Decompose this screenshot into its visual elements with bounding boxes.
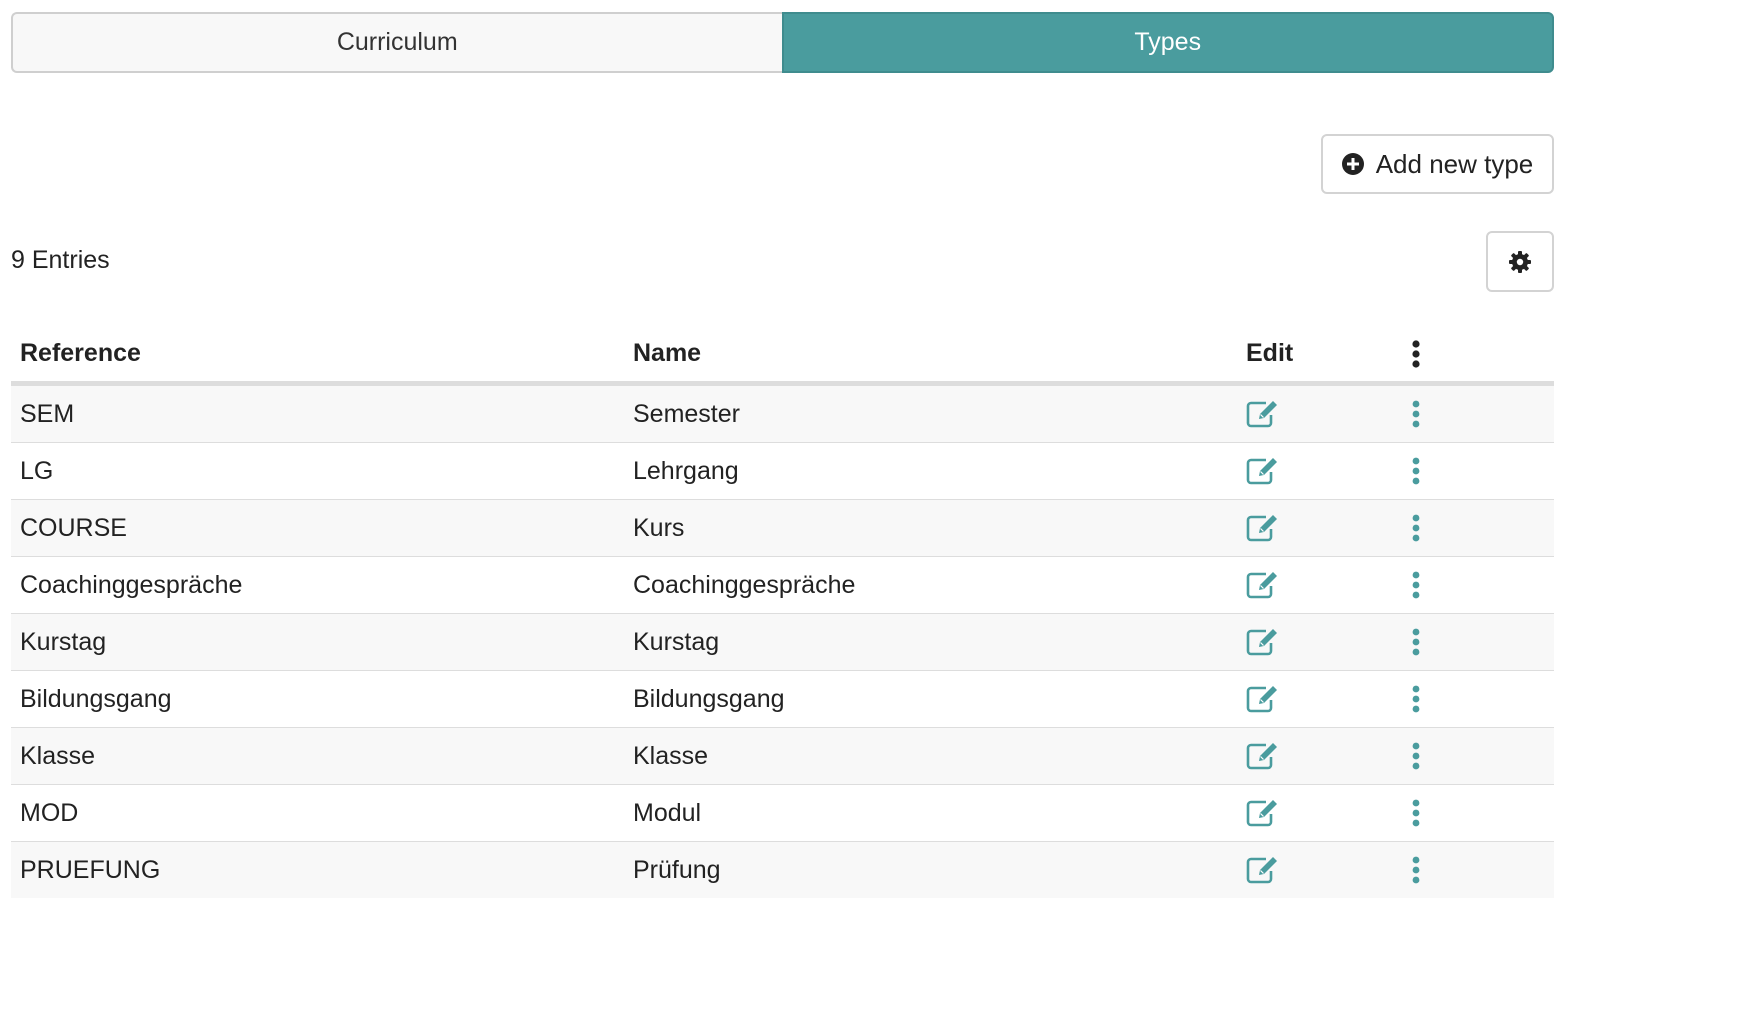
vertical-ellipsis-icon[interactable] xyxy=(1411,685,1421,713)
table-row: Klasse Klasse xyxy=(11,728,1554,785)
table-row: Bildungsgang Bildungsgang xyxy=(11,671,1554,728)
column-header-edit: Edit xyxy=(1246,339,1294,367)
cell-reference: Bildungsgang xyxy=(20,684,172,713)
cell-more xyxy=(1407,799,1554,827)
column-header-reference[interactable]: Reference xyxy=(11,339,624,368)
add-new-type-label: Add new type xyxy=(1375,148,1534,179)
edit-icon[interactable] xyxy=(1246,799,1280,827)
table-row: SEM Semester xyxy=(11,386,1554,443)
column-header-more[interactable] xyxy=(1407,339,1554,368)
cell-more xyxy=(1407,856,1554,884)
table-row: Coachinggespräche Coachinggespräche xyxy=(11,557,1554,614)
table-row: PRUEFUNG Prüfung xyxy=(11,842,1554,898)
cell-edit xyxy=(1237,514,1407,542)
cell-more xyxy=(1407,571,1554,599)
cell-name: Klasse xyxy=(633,741,709,770)
edit-icon[interactable] xyxy=(1246,628,1280,656)
cell-reference: COURSE xyxy=(20,513,127,542)
cell-name: Semester xyxy=(633,399,740,428)
table-row: COURSE Kurs xyxy=(11,500,1554,557)
cell-edit xyxy=(1237,856,1407,884)
column-header-name[interactable]: Name xyxy=(624,339,1237,368)
cell-edit xyxy=(1237,400,1407,428)
cell-more xyxy=(1407,742,1554,770)
plus-circle-icon xyxy=(1341,153,1364,175)
gear-icon xyxy=(1509,250,1531,273)
cell-more xyxy=(1407,685,1554,713)
cell-name: Bildungsgang xyxy=(633,684,785,713)
cell-edit xyxy=(1237,457,1407,485)
vertical-ellipsis-icon[interactable] xyxy=(1411,799,1421,827)
tab-types[interactable]: Types xyxy=(781,12,1554,73)
cell-reference: PRUEFUNG xyxy=(20,855,161,884)
vertical-ellipsis-icon[interactable] xyxy=(1411,742,1421,770)
table-row: Kurstag Kurstag xyxy=(11,614,1554,671)
vertical-ellipsis-icon[interactable] xyxy=(1411,628,1421,656)
cell-edit xyxy=(1237,571,1407,599)
vertical-ellipsis-icon[interactable] xyxy=(1411,457,1421,485)
cell-reference: SEM xyxy=(20,399,75,428)
vertical-ellipsis-icon[interactable] xyxy=(1411,571,1421,599)
table-row: LG Lehrgang xyxy=(11,443,1554,500)
cell-reference: Kurstag xyxy=(20,627,107,656)
add-new-type-button[interactable]: Add new type xyxy=(1321,134,1554,194)
edit-icon[interactable] xyxy=(1246,856,1280,884)
edit-icon[interactable] xyxy=(1246,514,1280,542)
table-settings-button[interactable] xyxy=(1486,231,1554,292)
edit-icon[interactable] xyxy=(1246,400,1280,428)
cell-name: Prüfung xyxy=(633,855,721,884)
cell-name: Kurs xyxy=(633,513,685,542)
cell-more xyxy=(1407,514,1554,542)
cell-reference: Coachinggespräche xyxy=(20,570,243,599)
entries-count: 9 Entries xyxy=(11,246,110,274)
cell-name: Modul xyxy=(633,798,702,827)
table-header: Reference Name Edit xyxy=(11,326,1554,386)
cell-reference: Klasse xyxy=(20,741,96,770)
cell-edit xyxy=(1237,742,1407,770)
vertical-ellipsis-icon[interactable] xyxy=(1411,400,1421,428)
cell-reference: MOD xyxy=(20,798,79,827)
cell-name: Kurstag xyxy=(633,627,720,656)
edit-icon[interactable] xyxy=(1246,571,1280,599)
cell-name: Coachinggespräche xyxy=(633,570,856,599)
edit-icon[interactable] xyxy=(1246,742,1280,770)
vertical-ellipsis-icon[interactable] xyxy=(1411,856,1421,884)
table-body: SEM Semester LG Lehrgang COURSE Kurs Coa… xyxy=(11,386,1554,898)
vertical-ellipsis-icon[interactable] xyxy=(1411,514,1421,542)
cell-name: Lehrgang xyxy=(633,456,739,485)
tab-curriculum[interactable]: Curriculum xyxy=(11,12,782,73)
edit-icon[interactable] xyxy=(1246,457,1280,485)
table-row: MOD Modul xyxy=(11,785,1554,842)
tab-bar: Curriculum Types xyxy=(11,12,1554,73)
cell-edit xyxy=(1237,685,1407,713)
cell-edit xyxy=(1237,628,1407,656)
cell-more xyxy=(1407,628,1554,656)
cell-more xyxy=(1407,457,1554,485)
edit-icon[interactable] xyxy=(1246,685,1280,713)
types-table: Reference Name Edit SEM Semester LG Lehr… xyxy=(11,326,1554,898)
cell-more xyxy=(1407,400,1554,428)
cell-reference: LG xyxy=(20,456,54,485)
cell-edit xyxy=(1237,799,1407,827)
vertical-ellipsis-icon[interactable] xyxy=(1411,339,1421,368)
